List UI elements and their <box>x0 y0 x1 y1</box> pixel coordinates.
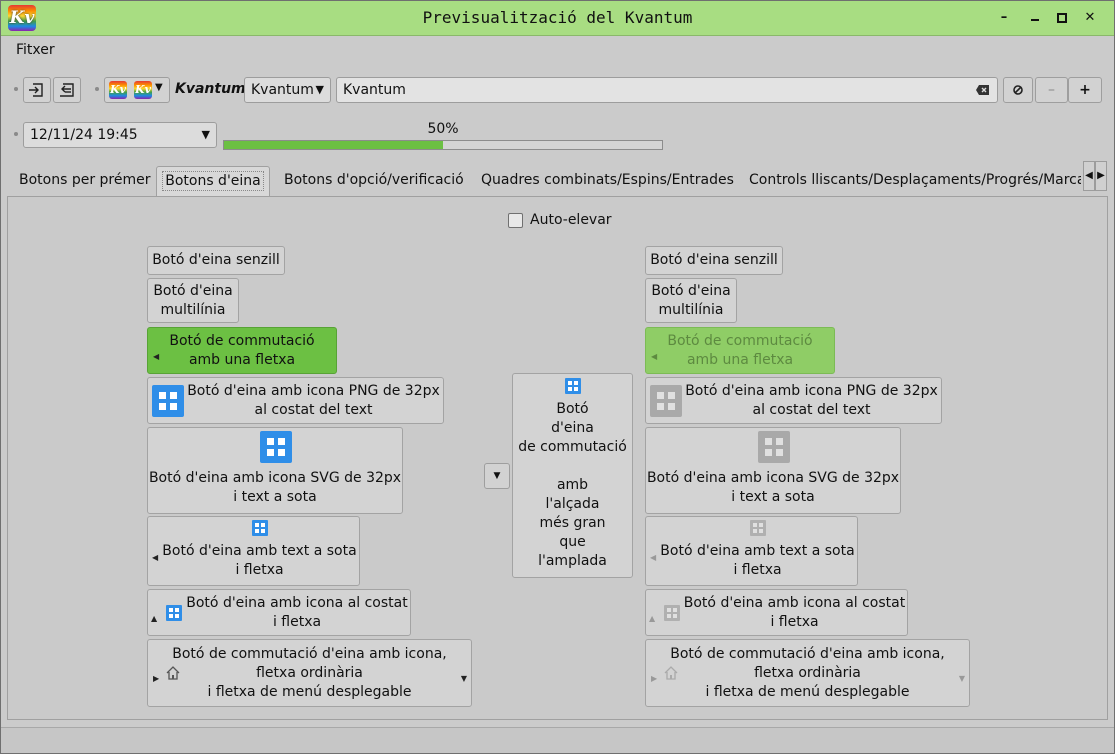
add-square-icon <box>758 431 790 463</box>
clear-icon[interactable] <box>975 78 991 110</box>
toolbar-grip-3[interactable] <box>14 132 18 136</box>
add-square-icon <box>260 431 292 463</box>
chevron-down-icon: ▼ <box>315 83 324 96</box>
style-combo[interactable]: Kvantum ▼ <box>244 77 331 103</box>
menu-toggle-tool-button[interactable]: ▶ Botó de commutació d'eina amb icona, f… <box>147 639 472 707</box>
add-square-icon <box>664 605 680 621</box>
arrow-down-icon: ▼ <box>958 674 965 683</box>
tab-scroll-right[interactable]: ▶ <box>1095 161 1107 191</box>
shade-button[interactable] <box>1024 7 1046 29</box>
output-icon <box>60 83 74 97</box>
svg-icon-tool-button[interactable]: Botó d'eina amb icona SVG de 32px i text… <box>147 427 403 514</box>
add-square-icon <box>152 385 184 417</box>
toolbar-grip-2[interactable] <box>95 87 99 91</box>
window-title: Previsualització del Kvantum <box>422 8 693 27</box>
import-button[interactable] <box>23 77 51 103</box>
menu-bar: Fitxer <box>1 36 1114 64</box>
decrement-button[interactable]: – <box>1035 77 1068 103</box>
icon-beside-arrow-tool-button-disabled: ▲ Botó d'eina amb icona al costat i flet… <box>645 589 908 636</box>
datetime-edit[interactable]: 12/11/24 19:45 ▼ <box>23 122 217 148</box>
add-square-icon <box>252 520 268 536</box>
kvantum-menu-button[interactable]: Kv Kv ▼ <box>104 77 170 103</box>
autoraise-checkbox[interactable] <box>508 213 523 228</box>
kvantum-logo-icon: Kv <box>109 81 127 99</box>
text-below-arrow-tool-button-disabled: ◀ Botó d'eina amb text a sota i fletxa <box>645 516 858 586</box>
status-bar <box>1 727 1114 753</box>
menu-toggle-tool-button-disabled: ▶ Botó de commutació d'eina amb icona, f… <box>645 639 970 707</box>
text-below-arrow-tool-button[interactable]: ◀ Botó d'eina amb text a sota i fletxa <box>147 516 360 586</box>
arrow-left-icon: ◀ <box>152 553 159 562</box>
tab-tool-buttons[interactable]: Botons d'eina <box>156 166 270 196</box>
increment-button[interactable]: + <box>1068 77 1102 103</box>
style-label: Kvantum <box>175 81 246 97</box>
multiline-tool-button[interactable]: Botó d'eina multilínia <box>147 278 239 323</box>
title-bar[interactable]: Kv Previsualització del Kvantum – ✕ <box>1 1 1114 36</box>
progress-bar <box>223 140 663 150</box>
menu-file[interactable]: Fitxer <box>16 42 55 58</box>
arrow-left-icon: ◀ <box>650 553 657 562</box>
arrow-up-icon: ▲ <box>649 614 656 623</box>
main-window: Kv Previsualització del Kvantum – ✕ Fitx… <box>0 0 1115 754</box>
progress-fill <box>224 141 443 149</box>
tab-push-buttons[interactable]: Botons per prémer <box>19 166 151 196</box>
png-icon-tool-button-disabled: Botó d'eina amb icona PNG de 32px al cos… <box>645 377 942 424</box>
arrow-down-icon[interactable]: ▼ <box>461 669 467 688</box>
input-icon <box>29 83 43 97</box>
svg-icon-tool-button-disabled: Botó d'eina amb icona SVG de 32px i text… <box>645 427 901 514</box>
simple-tool-button[interactable]: Botó d'eina senzill <box>147 246 285 275</box>
search-input[interactable]: Kvantum <box>336 77 998 103</box>
close-button[interactable]: ✕ <box>1079 7 1101 29</box>
reset-button[interactable] <box>1003 77 1033 103</box>
toolbar-grip[interactable] <box>14 87 18 91</box>
png-icon-tool-button[interactable]: Botó d'eina amb icona PNG de 32px al cos… <box>147 377 444 424</box>
tab-radio-check[interactable]: Botons d'opció/verificació <box>284 166 464 196</box>
maximize-button[interactable] <box>1051 7 1073 29</box>
minimize-button[interactable]: – <box>993 7 1015 29</box>
add-square-icon <box>166 605 182 621</box>
arrow-down-icon: ▼ <box>493 471 501 481</box>
autoraise-label: Auto-elevar <box>530 212 612 228</box>
chevron-down-icon: ▼ <box>155 82 163 93</box>
chevron-down-icon: ▼ <box>201 128 210 141</box>
progress-label: 50% <box>427 121 459 137</box>
toggle-arrow-tool-button-disabled: ◀ Botó de commutació amb una fletxa <box>645 327 835 374</box>
toggle-arrow-tool-button[interactable]: ◀ Botó de commutació amb una fletxa <box>147 327 337 374</box>
tab-scroll-left[interactable]: ◀ <box>1083 161 1095 191</box>
kvantum-logo-icon: Kv <box>134 81 152 99</box>
simple-tool-button-disabled: Botó d'eina senzill <box>645 246 783 275</box>
tab-sliders-progress[interactable]: Controls lliscants/Desplaçaments/Progrés… <box>749 166 1081 196</box>
export-button[interactable] <box>53 77 81 103</box>
arrow-up-icon: ▲ <box>151 614 158 623</box>
tab-combos-spins[interactable]: Quadres combinats/Espins/Entrades <box>481 166 734 196</box>
add-square-icon <box>750 520 766 536</box>
icon-beside-arrow-tool-button[interactable]: ▲ Botó d'eina amb icona al costat i flet… <box>147 589 411 636</box>
add-square-icon <box>650 385 682 417</box>
popup-menu-button[interactable]: ▼ <box>484 463 510 489</box>
tall-toggle-tool-button[interactable]: Botó d'eina de commutació amb l'alçada m… <box>512 373 633 578</box>
multiline-tool-button-disabled: Botó d'eina multilínia <box>645 278 737 323</box>
add-square-icon <box>565 378 581 394</box>
